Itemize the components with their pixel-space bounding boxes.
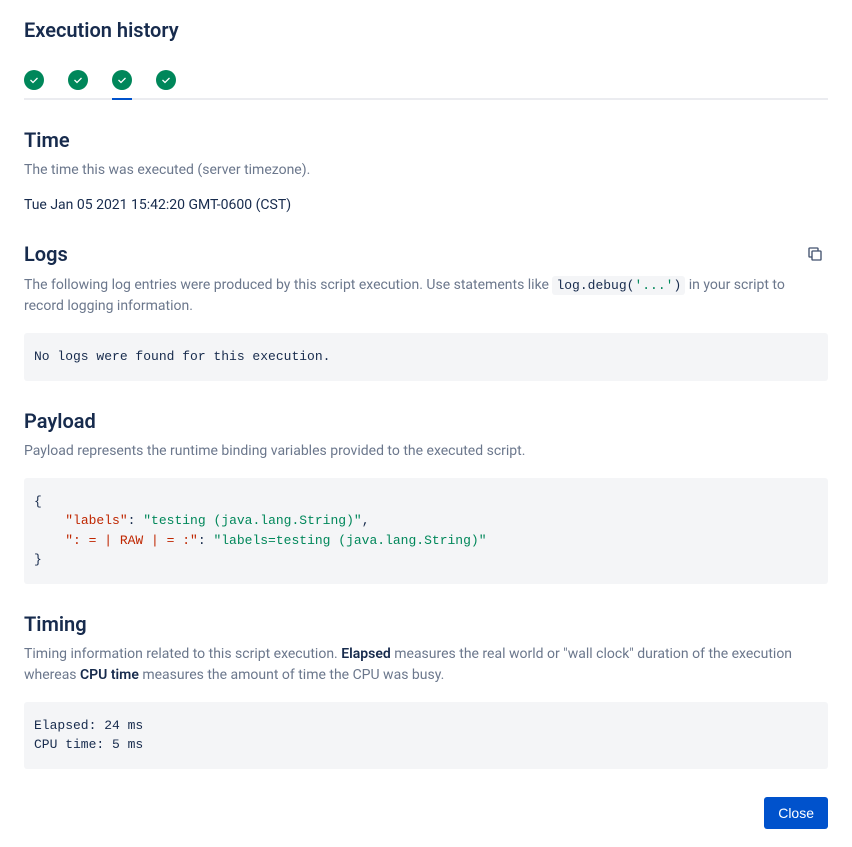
timing-description: Timing information related to this scrip… [24, 644, 828, 686]
time-description: The time this was executed (server timez… [24, 160, 828, 181]
check-circle-icon [112, 70, 132, 90]
timing-output: Elapsed: 24 ms CPU time: 5 ms [24, 702, 828, 769]
close-button[interactable]: Close [764, 797, 828, 829]
log-debug-code: log.debug('...') [552, 276, 685, 295]
check-circle-icon [24, 70, 44, 90]
payload-json: { "labels": "testing (java.lang.String)"… [24, 478, 828, 584]
copy-logs-button[interactable] [802, 241, 828, 267]
logs-heading: Logs [24, 242, 68, 266]
timing-heading: Timing [24, 612, 87, 636]
page-title: Execution history [24, 18, 828, 42]
check-circle-icon [156, 70, 176, 90]
execution-tab-1[interactable] [68, 70, 88, 98]
time-heading: Time [24, 128, 70, 152]
execution-tab-3[interactable] [156, 70, 176, 98]
timing-section: Timing Timing information related to thi… [24, 612, 828, 769]
payload-heading: Payload [24, 409, 96, 433]
payload-section: Payload Payload represents the runtime b… [24, 409, 828, 584]
execution-tabs [24, 70, 828, 100]
time-value: Tue Jan 05 2021 15:42:20 GMT-0600 (CST) [24, 197, 828, 213]
execution-tab-2[interactable] [112, 70, 132, 98]
logs-output: No logs were found for this execution. [24, 333, 828, 381]
logs-section: Logs The following log entries were prod… [24, 241, 828, 381]
payload-description: Payload represents the runtime binding v… [24, 441, 828, 462]
time-section: Time The time this was executed (server … [24, 128, 828, 213]
check-circle-icon [68, 70, 88, 90]
logs-description: The following log entries were produced … [24, 275, 828, 317]
execution-tab-0[interactable] [24, 70, 44, 98]
dialog-footer: Close [24, 769, 828, 829]
copy-icon [806, 245, 824, 263]
